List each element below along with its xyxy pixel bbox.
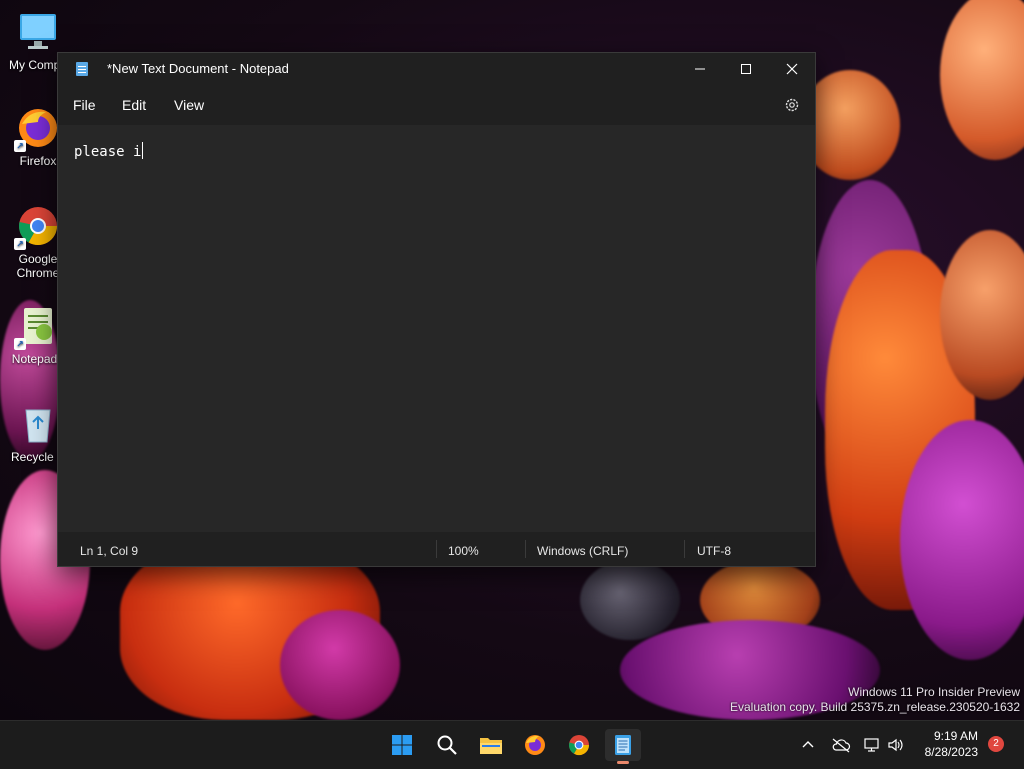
windows-watermark: Windows 11 Pro Insider Preview Evaluatio… <box>730 685 1020 715</box>
shortcut-arrow-icon: ↗ <box>14 140 26 152</box>
cloud-status-button[interactable] <box>831 721 851 769</box>
clock[interactable]: 9:19 AM 8/28/2023 <box>910 728 978 760</box>
taskbar-file-explorer[interactable] <box>473 729 509 761</box>
clock-time: 9:19 AM <box>933 729 978 743</box>
notification-badge[interactable]: 2 <box>988 736 1004 752</box>
menu-view[interactable]: View <box>174 97 204 113</box>
notepad-window: *New Text Document - Notepad File Edit V… <box>57 52 816 567</box>
taskbar-notepad[interactable] <box>605 729 641 764</box>
taskbar-chrome[interactable] <box>561 729 597 761</box>
gear-icon <box>785 98 799 112</box>
taskbar: 9:19 AM 8/28/2023 <box>0 720 1024 769</box>
maximize-icon <box>741 64 751 74</box>
menu-bar: File Edit View <box>58 85 815 125</box>
editor-content: please i <box>74 142 144 160</box>
taskbar-firefox[interactable] <box>517 729 553 761</box>
shortcut-arrow-icon: ↗ <box>14 238 26 250</box>
menu-edit[interactable]: Edit <box>122 97 146 113</box>
search-button[interactable] <box>429 729 465 761</box>
firefox-icon: ↗ <box>14 106 60 152</box>
close-icon <box>786 63 798 75</box>
chrome-icon: ↗ <box>14 204 60 250</box>
search-icon <box>437 735 457 755</box>
title-bar[interactable]: *New Text Document - Notepad <box>58 53 815 85</box>
notepadpp-icon: ↗ <box>14 304 60 350</box>
status-zoom[interactable]: 100% <box>448 544 479 558</box>
status-cursor-position: Ln 1, Col 9 <box>80 544 139 558</box>
speaker-icon <box>888 738 903 752</box>
clock-date: 8/28/2023 <box>924 745 978 759</box>
notepad-icon <box>615 735 631 755</box>
show-hidden-icons-button[interactable] <box>800 721 816 769</box>
volume-button[interactable] <box>887 721 905 769</box>
status-encoding[interactable]: UTF-8 <box>697 544 731 558</box>
maximize-button[interactable] <box>723 53 769 85</box>
cloud-offline-icon <box>832 738 851 753</box>
chevron-up-icon <box>802 741 814 748</box>
watermark-line-1: Windows 11 Pro Insider Preview <box>848 685 1020 699</box>
file-explorer-icon <box>480 738 502 754</box>
text-editor[interactable]: please i <box>58 125 815 532</box>
network-icon <box>864 738 879 752</box>
status-divider <box>525 540 526 558</box>
computer-icon <box>16 10 60 54</box>
menu-file[interactable]: File <box>73 97 96 113</box>
network-button[interactable] <box>863 721 881 769</box>
close-button[interactable] <box>769 53 815 85</box>
status-divider <box>684 540 685 558</box>
editor-text: please i <box>74 144 142 160</box>
window-title: *New Text Document - Notepad <box>107 61 289 76</box>
shortcut-arrow-icon: ↗ <box>14 338 26 350</box>
status-divider <box>436 540 437 558</box>
recycle-bin-icon <box>16 402 60 446</box>
chrome-icon <box>568 735 590 756</box>
text-caret <box>142 142 144 159</box>
firefox-icon <box>525 735 545 755</box>
status-bar: Ln 1, Col 9 100% Windows (CRLF) UTF-8 <box>58 532 815 566</box>
start-button[interactable] <box>384 729 420 761</box>
settings-button[interactable] <box>783 96 801 114</box>
start-icon <box>392 735 412 755</box>
minimize-button[interactable] <box>677 53 723 85</box>
active-app-indicator <box>617 761 629 764</box>
minimize-icon <box>695 68 705 70</box>
status-line-ending[interactable]: Windows (CRLF) <box>537 544 628 558</box>
watermark-line-2: Evaluation copy. Build 25375.zn_release.… <box>730 700 1020 714</box>
notepad-icon <box>76 62 88 76</box>
